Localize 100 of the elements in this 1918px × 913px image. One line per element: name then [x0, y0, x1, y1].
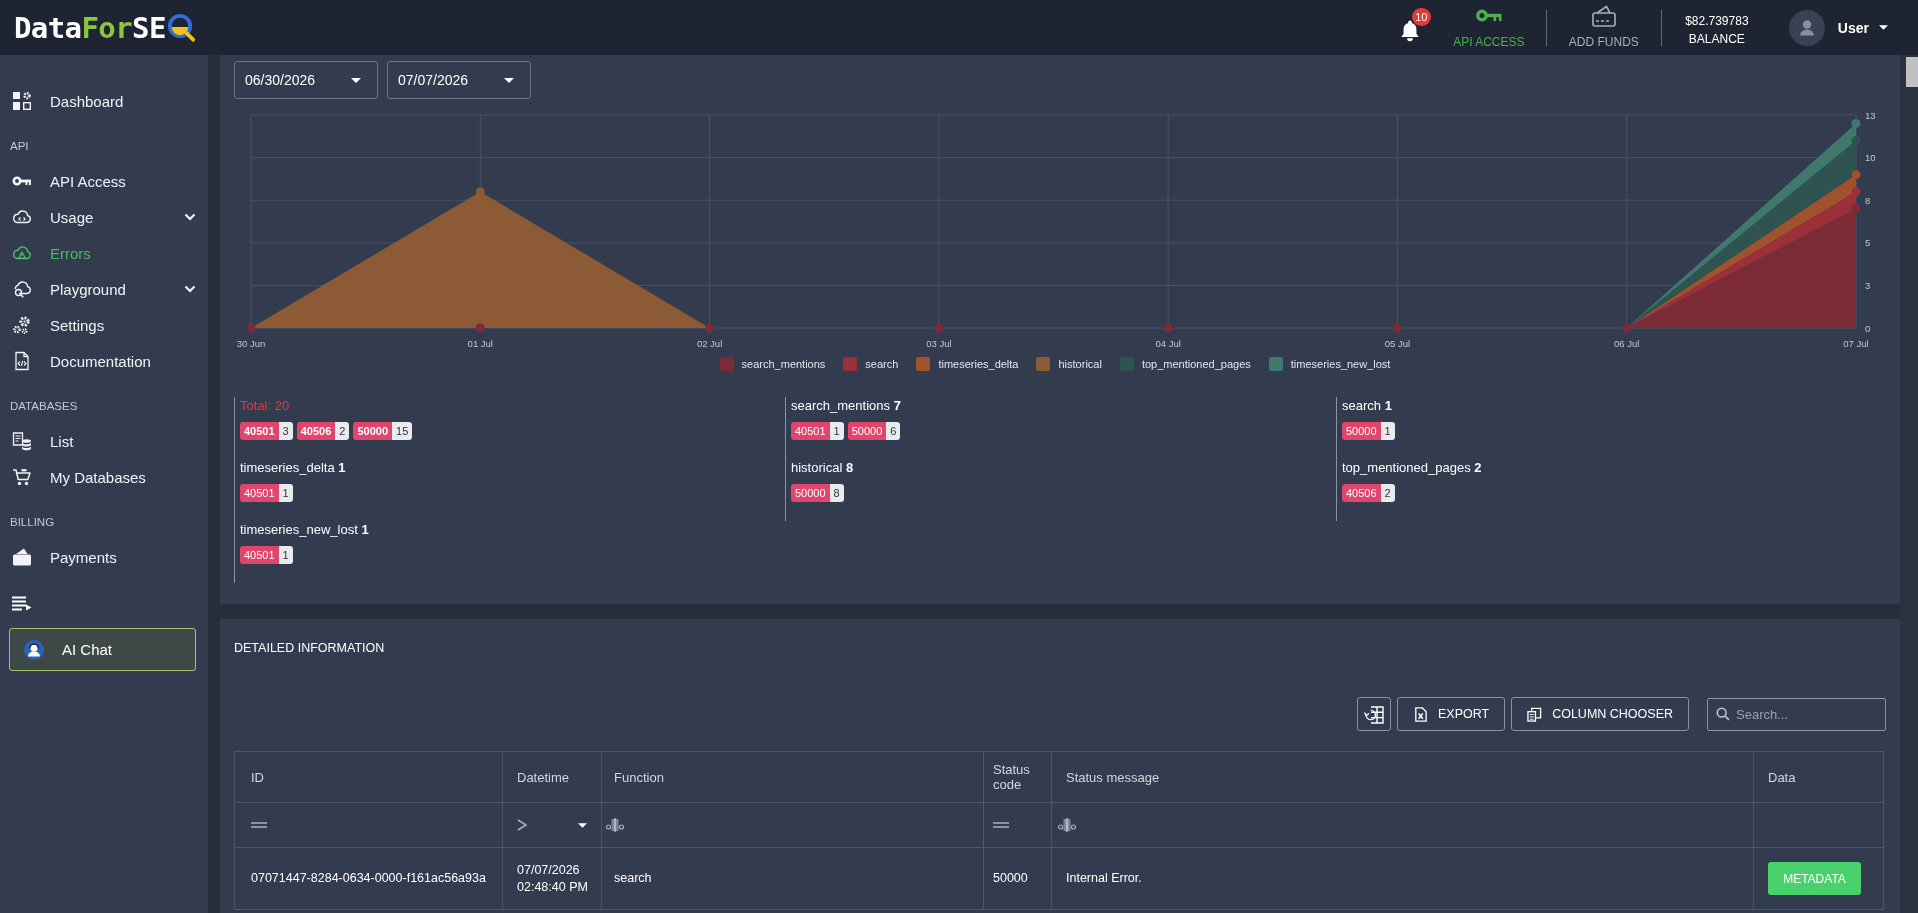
sidebar-section-heading: BILLING: [9, 515, 56, 530]
error-count-tag: 2: [335, 422, 350, 440]
caret-icon: [351, 77, 361, 83]
sidebar-item[interactable]: Usage: [0, 199, 208, 235]
caret-icon: [1879, 25, 1888, 30]
column-header[interactable]: ID: [235, 752, 503, 802]
spreadsheet-file-icon: [1413, 706, 1428, 722]
data-point: [475, 187, 485, 197]
data-point: [1851, 136, 1861, 146]
table-cell: 50000: [984, 848, 1052, 909]
key-icon: [1475, 9, 1502, 22]
y-axis-label: 0: [1865, 322, 1871, 334]
header-link[interactable]: API ACCESS: [1443, 4, 1534, 49]
cart-icon: [12, 467, 32, 487]
x-axis-label: 06 Jul: [1614, 338, 1640, 349]
collapse-menu-icon[interactable]: [12, 595, 32, 611]
settings-icon: [12, 315, 32, 335]
cloud-search-icon: [12, 279, 32, 299]
sidebar-section-heading: DATABASES: [9, 399, 79, 414]
search-field[interactable]: Search...: [1707, 697, 1886, 731]
error-count-tag: 15: [392, 422, 413, 440]
x-axis-label: 01 Jul: [467, 338, 493, 349]
caret-icon: [578, 822, 587, 828]
sidebar-item[interactable]: Playground: [0, 271, 208, 307]
balance-amount: $82.739783: [1685, 13, 1749, 28]
error-code-tag: 50000: [791, 484, 830, 502]
export-button[interactable]: EXPORT: [1397, 697, 1506, 731]
x-axis-label: 07 Jul: [1843, 338, 1869, 349]
column-header[interactable]: Data: [1754, 752, 1883, 802]
overlapping-pages-icon: [1527, 706, 1543, 722]
sidebar-item[interactable]: Errors: [0, 235, 208, 271]
data-point: [934, 323, 944, 333]
column-header[interactable]: Function: [602, 752, 984, 802]
error-code-tag: 40501: [240, 546, 279, 564]
function-error-title: timeseries_delta 1: [240, 459, 346, 477]
function-error-title: search_mentions 7: [791, 397, 901, 415]
date-dropdown[interactable]: 06/30/2026: [234, 61, 378, 99]
equals-icon: [251, 822, 267, 828]
error-code-tag: 40501: [240, 484, 279, 502]
legend-label: timeseries_delta: [938, 358, 1019, 370]
logo-text: DataForSE: [14, 11, 166, 44]
date-dropdown[interactable]: 07/07/2026: [387, 61, 531, 99]
logo-magnifier-icon: [166, 13, 196, 42]
table-cell: Internal Error.: [1052, 848, 1754, 909]
header-link[interactable]: ADD FUNDS: [1558, 4, 1649, 49]
dashboard-grid-icon: [12, 91, 32, 111]
grid-reset-icon: [1363, 704, 1385, 724]
function-error-title: top_mentioned_pages 2: [1342, 459, 1482, 477]
sidebar-item[interactable]: Payments: [0, 539, 208, 575]
error-code-tag: 40506: [1342, 484, 1381, 502]
error-code-tag: 50000: [353, 422, 393, 440]
data-point: [705, 323, 715, 333]
avatar-icon[interactable]: [1788, 9, 1825, 46]
column-chooser-button[interactable]: COLUMN CHOOSER: [1511, 697, 1689, 731]
search-icon: [1716, 706, 1730, 721]
column-header[interactable]: Datetime: [503, 752, 602, 802]
y-axis-label: 10: [1865, 152, 1876, 164]
table-cell: search: [602, 848, 984, 909]
ai-chat-button[interactable]: AI Chat: [9, 628, 196, 671]
payment-card-icon: [12, 547, 32, 567]
function-error-title: search 1: [1342, 397, 1392, 415]
errors-total: Total: 20: [240, 397, 290, 415]
legend-label: search: [865, 358, 899, 370]
sidebar-item[interactable]: Settings: [0, 307, 208, 343]
x-axis-label: 04 Jul: [1155, 338, 1181, 349]
error-code-tag: 40506: [296, 422, 336, 440]
x-axis-label: 30 Jun: [236, 338, 266, 349]
section-title: DETAILED INFORMATION: [234, 640, 385, 657]
data-point: [1392, 323, 1402, 333]
data-point: [1163, 323, 1173, 333]
assistant-avatar-icon: [24, 639, 44, 660]
credit-card-icon: [1591, 4, 1616, 27]
grid-reset-button[interactable]: [1357, 697, 1391, 731]
sidebar-item[interactable]: Dashboard: [0, 83, 208, 119]
table-cell: 07071447-8284-0634-0000-f161ac56a93a: [235, 848, 503, 909]
y-axis-label: 13: [1865, 109, 1876, 121]
data-point: [1851, 170, 1861, 180]
user-menu-button[interactable]: User: [1837, 19, 1888, 36]
sidebar-item[interactable]: My Databases: [0, 459, 208, 495]
column-header[interactable]: Status message: [1052, 752, 1754, 802]
data-point: [1851, 187, 1861, 197]
column-header[interactable]: Status code: [984, 752, 1052, 802]
scrollbar-thumb[interactable]: [1906, 57, 1918, 87]
caret-icon: [504, 77, 514, 83]
sidebar-item[interactable]: List: [0, 423, 208, 459]
data-point: [246, 323, 256, 333]
greater-than-icon: [517, 819, 527, 831]
table-cell: 07/07/2026 02:48:40 PM: [503, 848, 602, 909]
data-point: [475, 323, 485, 333]
notification-badge: 10: [1411, 7, 1431, 26]
legend-label: top_mentioned_pages: [1141, 358, 1251, 370]
sidebar-item[interactable]: API Access: [0, 163, 208, 199]
x-axis-label: 03 Jul: [926, 338, 952, 349]
sidebar-section-heading: API: [9, 139, 30, 154]
code-document-icon: [12, 351, 32, 371]
data-point: [1851, 119, 1861, 128]
data-point: [1851, 204, 1861, 214]
sidebar-item[interactable]: Documentation: [0, 343, 208, 379]
data-point: [1622, 323, 1632, 333]
y-axis-label: 3: [1865, 279, 1871, 291]
